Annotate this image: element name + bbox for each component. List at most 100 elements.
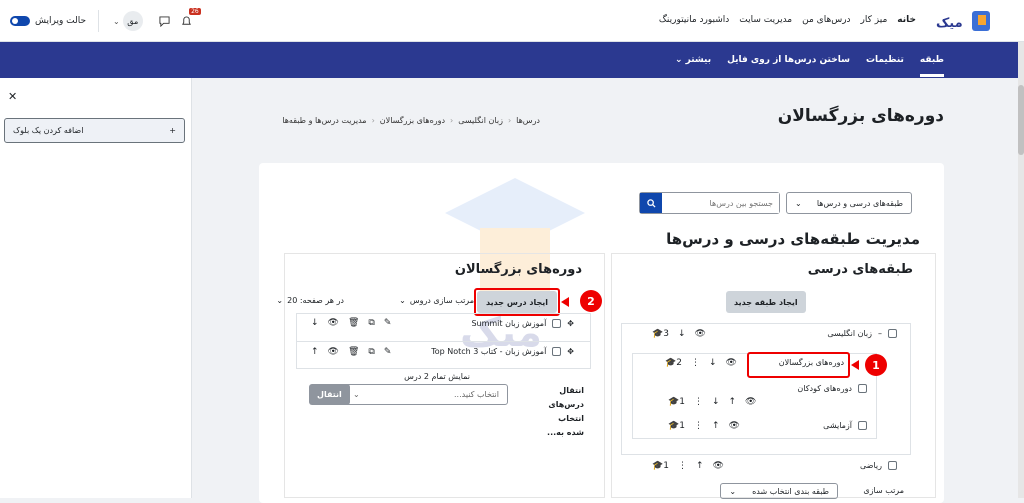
- tab-more[interactable]: بیشتر ⌄: [675, 55, 711, 65]
- annotation-arrow: [561, 297, 569, 307]
- highlight-box: [747, 352, 850, 378]
- graduation-cap-icon: 🎓1: [652, 461, 669, 471]
- arrow-down-icon[interactable]: ↓: [311, 318, 319, 328]
- eye-icon[interactable]: 👁: [328, 318, 339, 328]
- chevron-down-icon: ⌄: [674, 55, 683, 65]
- breadcrumb-adults[interactable]: دوره‌های بزرگسالان: [380, 116, 445, 125]
- list-item[interactable]: ✥ آموزش زبان - کتاب Top Notch 3: [431, 347, 574, 356]
- move-target-select[interactable]: انتخاب کنید... ⌄: [344, 384, 508, 405]
- drag-handle-icon[interactable]: ✥: [567, 347, 574, 356]
- list-item[interactable]: ریاضی: [860, 461, 897, 470]
- edit-icon[interactable]: ✎: [384, 347, 392, 357]
- copy-icon[interactable]: ⧉: [368, 318, 374, 328]
- notification-bell-icon[interactable]: 26: [179, 8, 201, 29]
- search-button[interactable]: [640, 193, 662, 213]
- category-checkbox[interactable]: [888, 329, 897, 338]
- graduation-cap-icon: 🎓3: [652, 329, 669, 339]
- sort-courses-dropdown[interactable]: مرتب سازی دروس ⌄: [399, 296, 474, 305]
- arrow-up-icon[interactable]: ↑: [696, 461, 704, 471]
- breadcrumb-english[interactable]: زبان انگلیسی: [458, 116, 503, 125]
- arrow-down-icon[interactable]: ↓: [678, 329, 686, 339]
- trash-icon[interactable]: 🗑: [348, 318, 359, 328]
- copy-icon[interactable]: ⧉: [368, 347, 374, 357]
- course-checkbox[interactable]: [552, 347, 562, 356]
- trash-icon[interactable]: 🗑: [348, 347, 359, 357]
- tab-settings[interactable]: تنظیمات: [866, 55, 904, 65]
- graduation-cap-icon: 🎓1: [668, 397, 685, 407]
- add-block-button[interactable]: + اضافه کردن یک بلوک: [4, 118, 185, 143]
- showing-count: نمایش تمام 2 درس: [404, 372, 470, 381]
- annotation-arrow: [851, 360, 859, 370]
- edit-icon[interactable]: ✎: [384, 318, 392, 328]
- category-actions: 🎓1 ⋮ ↓ ↑ 👁: [668, 397, 756, 407]
- menu-dots-icon[interactable]: ⋮: [678, 461, 687, 471]
- nav-site-admin[interactable]: مدیریت سایت: [739, 15, 792, 25]
- sort-select[interactable]: طبقه بندی انتخاب شده ⌄: [720, 483, 838, 499]
- menu-dots-icon[interactable]: ⋮: [694, 397, 703, 407]
- per-page-dropdown[interactable]: در هر صفحه: 20 ⌄: [276, 296, 344, 305]
- graduation-cap-icon: 🎓2: [665, 358, 682, 368]
- annotation-1: 1: [865, 354, 887, 376]
- list-item[interactable]: ✥ آموزش زبان Summit: [471, 319, 574, 328]
- annotation-2: 2: [580, 290, 602, 312]
- chevron-down-icon: ⌄: [353, 390, 360, 399]
- eye-icon[interactable]: 👁: [328, 347, 339, 357]
- avatar[interactable]: مق: [122, 11, 143, 31]
- arrow-down-icon[interactable]: ↓: [712, 397, 720, 407]
- category-actions: 🎓2 ⋮ ↓ 👁: [665, 358, 737, 368]
- nav-monitoring[interactable]: داشبورد مانیتورینگ: [659, 15, 729, 25]
- menu-dots-icon[interactable]: ⋮: [691, 358, 700, 368]
- course-search: [639, 192, 780, 214]
- search-input[interactable]: [662, 193, 779, 213]
- collapse-icon[interactable]: –: [878, 329, 882, 338]
- nav-my-courses[interactable]: درس‌های من: [802, 15, 850, 25]
- chevron-down-icon: ⌄: [795, 198, 802, 208]
- category-actions: 🎓1 ⋮ ↑ 👁: [652, 461, 724, 471]
- categories-heading: طبقه‌های درسی: [807, 262, 913, 277]
- tab-category[interactable]: طبقه: [919, 43, 944, 77]
- svg-text:میک: میک: [936, 16, 963, 31]
- graduation-cap-icon: 🎓1: [668, 421, 685, 431]
- course-actions: ↑ 👁 🗑 ⧉ ✎: [311, 347, 391, 357]
- category-checkbox[interactable]: [888, 461, 897, 470]
- user-area: حالت ویرایش ⌄ مق 26: [10, 8, 201, 32]
- breadcrumb: درس‌ها ‹ زبان انگلیسی ‹ دوره‌های بزرگسالان…: [282, 116, 540, 125]
- drag-handle-icon[interactable]: ✥: [567, 319, 574, 328]
- create-category-button[interactable]: ایجاد طبقه جدید: [726, 291, 806, 313]
- menu-dots-icon[interactable]: ⋮: [694, 421, 703, 431]
- breadcrumb-courses[interactable]: درس‌ها: [516, 116, 540, 125]
- list-item[interactable]: – زبان انگلیسی: [827, 329, 897, 338]
- edit-mode-toggle[interactable]: [10, 16, 30, 26]
- breadcrumb-manage[interactable]: مدیریت درس‌ها و طبقه‌ها: [282, 116, 366, 125]
- list-item[interactable]: دوره‌های کودکان: [797, 384, 867, 393]
- close-icon[interactable]: ✕: [8, 90, 17, 103]
- course-checkbox[interactable]: [552, 319, 562, 328]
- arrow-up-icon[interactable]: ↑: [729, 397, 737, 407]
- nav-dashboard[interactable]: میز کار: [861, 15, 888, 25]
- category-actions: 🎓3 ↓ 👁: [652, 329, 706, 339]
- messages-icon[interactable]: [157, 13, 173, 29]
- eye-icon[interactable]: 👁: [713, 461, 724, 471]
- arrow-up-icon[interactable]: ↑: [311, 347, 319, 357]
- site-logo[interactable]: میک: [934, 8, 994, 34]
- chevron-down-icon: ⌄: [276, 296, 284, 305]
- page-title: دوره‌های بزرگسالان: [777, 106, 944, 126]
- nav-home[interactable]: خانه: [897, 15, 916, 25]
- view-mode-select[interactable]: طبقه‌های درسی و درس‌ها ⌄: [786, 192, 912, 214]
- arrow-down-icon[interactable]: ↓: [709, 358, 717, 368]
- arrow-up-icon[interactable]: ↑: [712, 421, 720, 431]
- move-button[interactable]: انتقال: [309, 384, 350, 405]
- tab-upload-courses[interactable]: ساختن درس‌ها از روی فایل: [727, 55, 850, 65]
- scrollbar-thumb[interactable]: [1018, 85, 1024, 155]
- chevron-down-icon: ⌄: [399, 296, 406, 305]
- primary-nav: خانه میز کار درس‌های من مدیریت سایت داشب…: [659, 15, 916, 25]
- category-checkbox[interactable]: [858, 421, 867, 430]
- eye-icon[interactable]: 👁: [745, 397, 756, 407]
- category-checkbox[interactable]: [858, 384, 867, 393]
- eye-icon[interactable]: 👁: [695, 329, 706, 339]
- chevron-down-icon[interactable]: ⌄: [113, 17, 120, 26]
- eye-icon[interactable]: 👁: [729, 421, 740, 431]
- eye-icon[interactable]: 👁: [726, 358, 737, 368]
- divider: [98, 10, 100, 32]
- list-item[interactable]: آزمایشی: [823, 421, 867, 430]
